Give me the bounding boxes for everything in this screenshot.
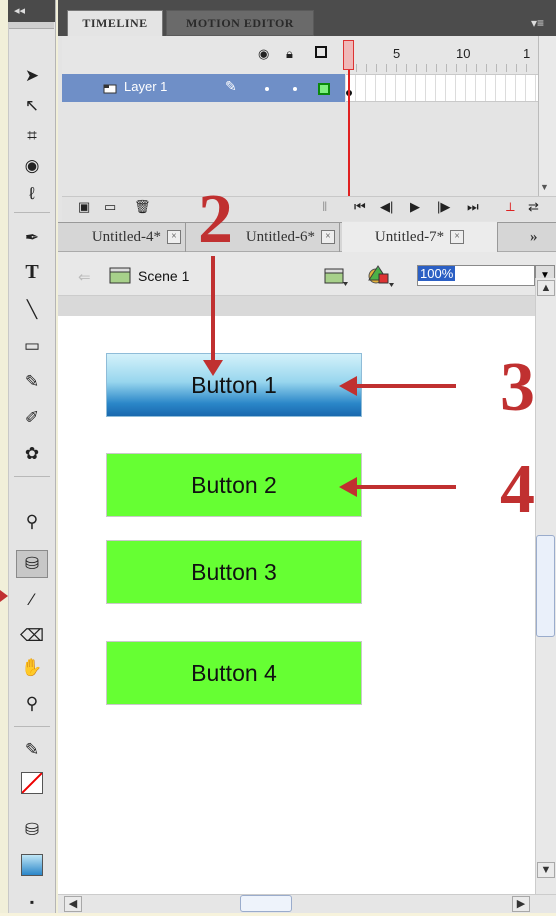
scroll-right-icon[interactable]: ▶ (512, 896, 530, 912)
trash-icon[interactable]: 🗑︎ (134, 199, 151, 215)
doc-tab-1[interactable]: Untitled-4* × (58, 222, 186, 252)
eyedropper-tool-icon[interactable]: ⁄ (16, 586, 48, 614)
callout-arrow-2 (211, 256, 215, 362)
scene-icon (109, 267, 131, 284)
stage-button-1[interactable]: Button 1 (106, 353, 362, 417)
fill-color-swatch[interactable] (21, 854, 43, 876)
panel-menu-icon[interactable]: ▾≡ (531, 16, 544, 30)
stage-pasteboard (58, 296, 535, 316)
pencil-tool-icon[interactable]: ✎ (16, 368, 48, 396)
layer-outline-color[interactable] (318, 83, 330, 95)
frame-cells[interactable] (346, 74, 538, 102)
step-forward-icon[interactable]: |▶ (437, 199, 450, 215)
tabs-overflow-icon[interactable]: » (530, 222, 550, 252)
rectangle-tool-icon[interactable]: ▭ (16, 332, 48, 360)
zoom-tool-icon[interactable]: ⚲ (16, 690, 48, 718)
collapse-icon[interactable]: ◂◂ (14, 4, 25, 17)
callout-arrow-4 (356, 485, 456, 489)
tools-separator (14, 476, 50, 477)
new-folder-icon[interactable]: ▭ (104, 199, 116, 215)
close-icon[interactable]: × (450, 230, 465, 244)
edit-scene-icon[interactable] (323, 265, 349, 287)
no-color-icon (21, 772, 43, 794)
deco-tool-icon[interactable]: ✿ (16, 440, 48, 468)
callout-number-4: 4 (500, 451, 535, 528)
scene-label[interactable]: Scene 1 (138, 268, 189, 284)
brush-tool-icon[interactable]: ✐ (16, 404, 48, 432)
hand-tool-icon[interactable]: ✋ (16, 654, 48, 682)
vertical-scroll-thumb[interactable] (536, 535, 555, 637)
callout-arrowhead-3 (339, 376, 357, 396)
divider-icon: ‖ (322, 199, 328, 214)
bone-tool-icon[interactable]: ⚲ (16, 508, 48, 536)
lock-dot[interactable] (293, 87, 297, 91)
subselection-tool-icon[interactable]: ↖ (16, 92, 48, 120)
lasso-tool-icon[interactable]: ℓ (16, 180, 48, 208)
frame-number: 10 (456, 46, 471, 61)
line-tool-icon[interactable]: ╲ (16, 296, 48, 324)
stroke-color-pencil-icon[interactable]: ✎ (16, 736, 48, 764)
frame-number: 1 (523, 46, 531, 61)
callout-arrowhead-4 (339, 477, 357, 497)
scroll-up-icon[interactable]: ▲ (537, 280, 555, 296)
callout-number-3: 3 (500, 349, 535, 426)
tools-panel-grip[interactable] (9, 22, 54, 29)
doc-tab-3[interactable]: Untitled-7* × (342, 222, 498, 252)
outline-icon[interactable] (315, 46, 327, 58)
frame-number: 5 (393, 46, 401, 61)
playhead-line (348, 70, 350, 200)
doc-tab-label[interactable]: Untitled-7* (375, 229, 444, 246)
layer-icon (103, 84, 117, 94)
callout-number-2: 2 (198, 181, 233, 258)
3d-rotation-tool-icon[interactable]: ◉ (16, 152, 48, 180)
tools-separator (14, 726, 50, 727)
close-icon[interactable]: × (167, 230, 181, 244)
last-frame-icon[interactable]: ⏭ (467, 199, 479, 215)
loop-icon[interactable]: ⇄ (528, 199, 539, 215)
visibility-dot[interactable] (265, 87, 269, 91)
callout-arrow-3 (356, 384, 456, 388)
text-tool-icon[interactable]: T (16, 258, 48, 286)
free-transform-tool-icon[interactable]: ⌗ (16, 122, 48, 150)
doc-tab-label[interactable]: Untitled-6* (246, 229, 315, 246)
layer-name[interactable]: Layer 1 (124, 79, 167, 94)
new-layer-icon[interactable]: ▣ (78, 199, 90, 215)
selection-tool-icon[interactable]: ➤ (16, 62, 48, 90)
fill-color-bucket-icon[interactable]: ⛁ (16, 816, 48, 844)
zoom-value[interactable]: 100% (418, 266, 456, 281)
stage-button-4[interactable]: Button 4 (106, 641, 362, 705)
horizontal-scroll-thumb[interactable] (240, 895, 292, 912)
eye-icon[interactable]: ◉ (258, 46, 269, 62)
tools-separator (14, 212, 50, 213)
step-back-icon[interactable]: ◀| (380, 199, 393, 215)
center-frame-icon[interactable]: ⟂ (506, 199, 515, 215)
timeline-scrollbar[interactable] (538, 36, 556, 206)
tab-timeline[interactable]: TIMELINE (67, 10, 163, 36)
eraser-tool-icon[interactable]: ⌫ (16, 622, 48, 650)
scroll-down-icon[interactable]: ▼ (540, 182, 554, 194)
pencil-icon: ✎ (225, 78, 237, 94)
pen-tool-icon[interactable]: ✒ (16, 224, 48, 252)
paint-bucket-tool-icon[interactable]: ⛁ (16, 550, 48, 578)
doc-tab-label[interactable]: Untitled-4* (92, 229, 161, 246)
callout-arrowhead-2 (203, 360, 223, 376)
scroll-left-icon[interactable]: ◀ (64, 896, 82, 912)
first-frame-icon[interactable]: ⏮ (354, 199, 366, 215)
frame-ruler[interactable] (356, 64, 536, 72)
playhead[interactable] (343, 40, 354, 70)
stroke-color-swatch[interactable] (21, 772, 43, 794)
back-arrow-icon[interactable]: ⇐ (78, 268, 91, 286)
stage-button-3[interactable]: Button 3 (106, 540, 362, 604)
tab-motion-editor[interactable]: MOTION EDITOR (166, 10, 314, 36)
play-icon[interactable]: ▶ (410, 199, 420, 215)
stage-button-2[interactable]: Button 2 (106, 453, 362, 517)
swap-colors-icon[interactable]: ▪ (16, 888, 48, 916)
stage-horizontal-scrollbar[interactable] (58, 894, 556, 913)
pointer-arrowhead (0, 590, 8, 602)
lock-icon[interactable]: 🔒︎ (286, 46, 293, 62)
tools-panel-header[interactable]: ◂◂ (8, 0, 55, 22)
scroll-down-icon[interactable]: ▼ (537, 862, 555, 878)
close-icon[interactable]: × (321, 230, 335, 244)
edit-symbols-icon[interactable] (365, 262, 397, 288)
